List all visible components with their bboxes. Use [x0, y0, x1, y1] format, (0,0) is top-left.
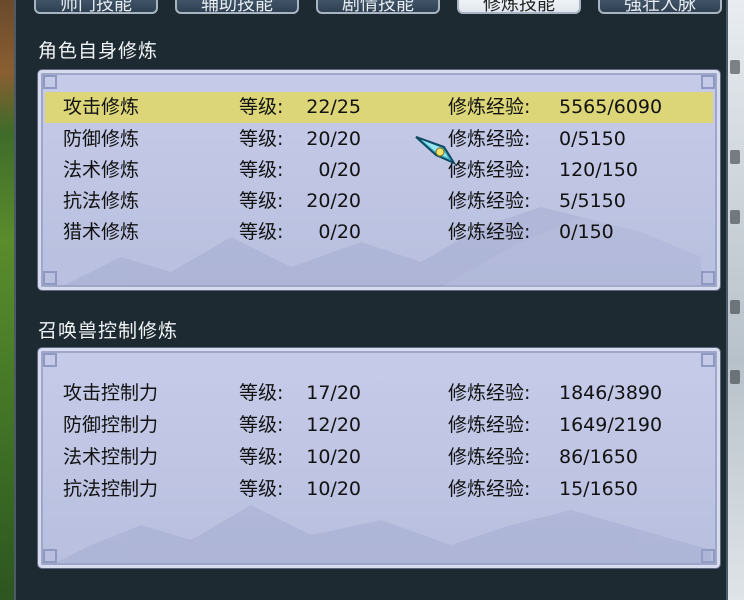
cultivation-row-magic-resist[interactable]: 抗法修炼 等级: 20/20 修炼经验: 5/5150: [45, 186, 713, 217]
level-label: 等级:: [239, 414, 284, 436]
level-label: 等级:: [239, 221, 284, 243]
level-label: 等级:: [239, 159, 284, 181]
exp-label: 修炼经验:: [448, 221, 531, 243]
level-label: 等级:: [239, 446, 284, 468]
level-label: 等级:: [239, 128, 284, 150]
panel-corner: [43, 271, 57, 285]
pet-cultivation-panel: 攻击控制力 等级: 17/20 修炼经验: 1846/3890 防御控制力 等级…: [38, 348, 720, 568]
row-name: 法术控制力: [63, 446, 159, 468]
panel-corner: [701, 75, 715, 89]
panel-corner: [701, 353, 715, 367]
level-label: 等级:: [239, 478, 284, 500]
exp-label: 修炼经验:: [448, 96, 531, 118]
level-value: 17/20: [306, 382, 361, 404]
level-value: 0/20: [318, 221, 361, 243]
game-cursor-icon: [415, 136, 457, 166]
tab-support-skills[interactable]: 辅助技能: [175, 0, 299, 14]
panel-corner: [701, 271, 715, 285]
level-value: 10/20: [306, 446, 361, 468]
exp-value: 86/1650: [559, 446, 638, 468]
exp-label: 修炼经验:: [448, 159, 531, 181]
game-scene-left: [0, 0, 14, 600]
exp-value: 0/5150: [559, 128, 626, 150]
cultivation-row-defense[interactable]: 防御修炼 等级: 20/20 修炼经验: 0/5150: [45, 124, 713, 155]
row-name: 防御控制力: [63, 414, 159, 436]
level-value: 20/20: [306, 128, 361, 150]
exp-label: 修炼经验:: [448, 446, 531, 468]
exp-label: 修炼经验:: [448, 414, 531, 436]
exp-label: 修炼经验:: [448, 478, 531, 500]
cultivation-row-attack[interactable]: 攻击修炼 等级: 22/25 修炼经验: 5565/6090: [45, 92, 713, 123]
exp-value: 5565/6090: [559, 96, 663, 118]
cultivation-row-magic[interactable]: 法术修炼 等级: 0/20 修炼经验: 120/150: [45, 155, 713, 186]
tab-school-skills[interactable]: 师门技能: [34, 0, 158, 14]
row-name: 防御修炼: [63, 128, 140, 150]
exp-value: 15/1650: [559, 478, 638, 500]
skills-dialog: 师门技能 辅助技能 剧情技能 修炼技能 强壮人脉 角色自身修炼 攻击修炼 等级:…: [14, 0, 728, 600]
tab-connections[interactable]: 强壮人脉: [598, 0, 722, 14]
exp-value: 5/5150: [559, 190, 626, 212]
exp-label: 修炼经验:: [448, 190, 531, 212]
exp-value: 120/150: [559, 159, 638, 181]
panel-corner: [43, 353, 57, 367]
row-name: 猎术修炼: [63, 221, 140, 243]
level-label: 等级:: [239, 382, 284, 404]
level-value: 0/20: [318, 159, 361, 181]
row-name: 抗法修炼: [63, 190, 140, 212]
exp-label: 修炼经验:: [448, 382, 531, 404]
control-row-magic-resist[interactable]: 抗法控制力 等级: 10/20 修炼经验: 15/1650: [45, 474, 713, 505]
tab-cultivation-skills[interactable]: 修炼技能: [457, 0, 581, 14]
game-scene-right: [728, 0, 744, 600]
tab-bar: 师门技能 辅助技能 剧情技能 修炼技能 强壮人脉: [16, 0, 726, 16]
exp-value: 1846/3890: [559, 382, 663, 404]
level-label: 等级:: [239, 96, 284, 118]
exp-value: 1649/2190: [559, 414, 663, 436]
control-row-attack[interactable]: 攻击控制力 等级: 17/20 修炼经验: 1846/3890: [45, 378, 713, 409]
panel-corner: [43, 75, 57, 89]
level-label: 等级:: [239, 190, 284, 212]
level-value: 10/20: [306, 478, 361, 500]
row-name: 攻击控制力: [63, 382, 159, 404]
level-value: 20/20: [306, 190, 361, 212]
exp-label: 修炼经验:: [448, 128, 531, 150]
cultivation-row-hunting[interactable]: 猎术修炼 等级: 0/20 修炼经验: 0/150: [45, 217, 713, 248]
character-cultivation-panel: 攻击修炼 等级: 22/25 修炼经验: 5565/6090 防御修炼 等级: …: [38, 70, 720, 290]
control-row-defense[interactable]: 防御控制力 等级: 12/20 修炼经验: 1649/2190: [45, 410, 713, 441]
character-section-title: 角色自身修炼: [38, 40, 159, 62]
row-name: 攻击修炼: [63, 96, 140, 118]
control-row-magic[interactable]: 法术控制力 等级: 10/20 修炼经验: 86/1650: [45, 442, 713, 473]
row-name: 抗法控制力: [63, 478, 159, 500]
level-value: 12/20: [306, 414, 361, 436]
pet-section-title: 召唤兽控制修炼: [38, 320, 179, 342]
exp-value: 0/150: [559, 221, 614, 243]
row-name: 法术修炼: [63, 159, 140, 181]
tab-story-skills[interactable]: 剧情技能: [316, 0, 440, 14]
level-value: 22/25: [306, 96, 361, 118]
